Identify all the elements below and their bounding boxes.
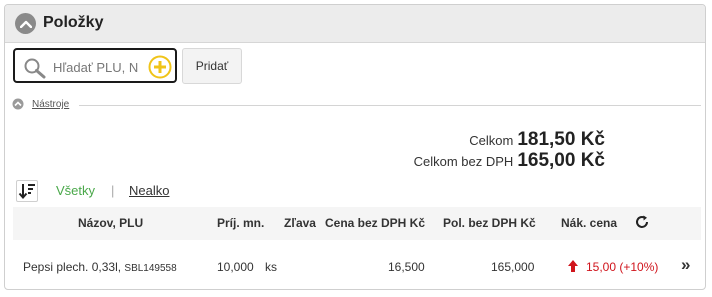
item-purchase-price: 15,00 (+10%) (586, 260, 659, 274)
net-total-value: 165,00 Kč (517, 150, 605, 171)
col-name[interactable]: Názov, PLU (78, 216, 143, 230)
total-row: Celkom 181,50 Kč (469, 129, 605, 151)
panel-title: Položky (43, 14, 104, 31)
net-total-row: Celkom bez DPH 165,00 Kč (414, 150, 605, 172)
total-value: 181,50 Kč (517, 129, 605, 150)
item-price-net: 16,500 (388, 260, 425, 274)
items-panel: Položky Pridať Nástroje Celkom181,50 Kč … (4, 4, 706, 290)
table-row[interactable]: Pepsi plech. 0,33l, SBL149558 10,000 ks … (13, 250, 701, 284)
filter-separator: | (111, 183, 115, 198)
chevron-up-icon (19, 20, 32, 28)
net-total-label: Celkom bez DPH (413, 154, 514, 169)
col-purchase-price[interactable]: Nák. cena (561, 216, 617, 230)
col-price-net[interactable]: Cena bez DPH Kč (325, 216, 425, 230)
search-icon (24, 58, 46, 79)
arrow-up-icon (568, 260, 578, 272)
item-plu: SBL149558 (124, 263, 177, 274)
col-line-net[interactable]: Pol. bez DPH Kč (443, 216, 536, 230)
add-plus-icon[interactable] (148, 55, 172, 79)
search-box[interactable] (13, 48, 177, 83)
item-line-net: 165,000 (491, 260, 535, 274)
item-qty: 10,000 (217, 260, 254, 274)
refresh-icon[interactable] (634, 214, 650, 230)
col-discount[interactable]: Zľava (284, 216, 316, 230)
filter-nonalcoholic[interactable]: Nealko (129, 183, 169, 198)
chevron-up-circle-icon (12, 98, 24, 110)
sort-icon (18, 184, 35, 200)
item-unit: ks (265, 260, 277, 274)
item-name: Pepsi plech. 0,33l, SBL149558 (23, 260, 177, 274)
panel-header: Položky (5, 5, 705, 43)
chevron-right-double-icon[interactable]: » (681, 255, 690, 275)
add-button[interactable]: Pridať (182, 48, 242, 84)
filter-all[interactable]: Všetky (56, 183, 95, 198)
divider (79, 105, 701, 106)
table-header: Názov, PLU Príj. mn. Zľava Cena bez DPH … (13, 207, 701, 240)
collapse-button[interactable] (15, 13, 36, 34)
search-input[interactable] (53, 58, 143, 76)
sort-button[interactable] (16, 180, 38, 202)
total-label: Celkom (469, 133, 514, 148)
col-qty[interactable]: Príj. mn. (217, 216, 264, 230)
tools-link[interactable]: Nástroje (32, 99, 69, 110)
